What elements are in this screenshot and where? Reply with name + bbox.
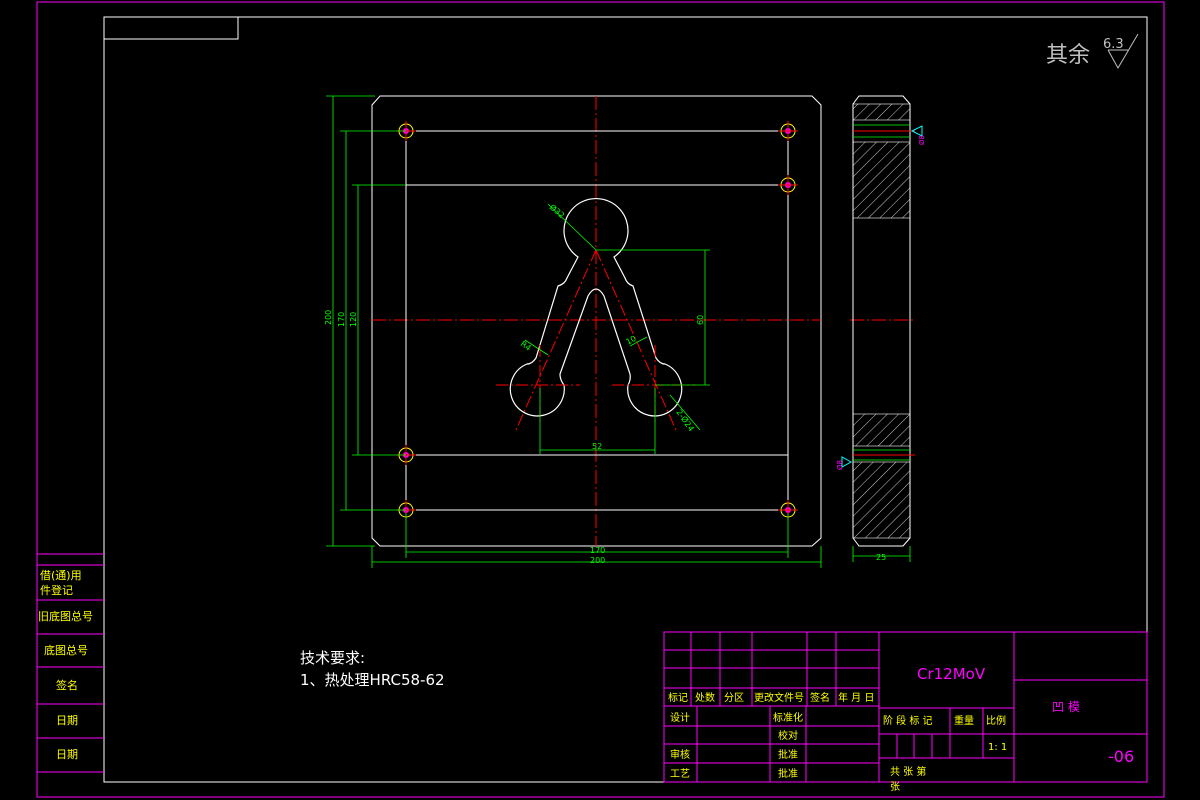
margin-row-old-base: 旧底图总号: [38, 609, 93, 623]
drawing-number: -06: [1108, 747, 1134, 766]
part-name: 凹 模: [1052, 700, 1080, 714]
label-approve: 批准: [778, 767, 798, 780]
title-block: 标记 处数 分区 更改文件号 签名 年 月 日 设计 标准化 校对 审核 批准 …: [663, 631, 1148, 793]
rev-header-count: 处数: [695, 691, 715, 704]
tech-req-item-1: 1、热处理HRC58-62: [300, 671, 445, 689]
surface-finish-symbol: 其余 6.3: [1046, 33, 1139, 70]
label-stage: 阶 段 标 记: [883, 714, 933, 727]
label-sheets: 共 张 第: [890, 765, 926, 778]
left-margin-table: 借(通)用 件登记 旧底图总号 底图总号 签名 日期 日期: [37, 553, 104, 773]
dim-200-horizontal: 200: [590, 556, 605, 565]
surface-finish-label: 其余: [1046, 43, 1090, 68]
label-scale: 比例: [986, 714, 1006, 727]
dim-2-dia-24: 2-Ø24: [674, 407, 696, 433]
dim-200-vertical: 200: [324, 310, 333, 325]
margin-row-date-2: 日期: [56, 748, 78, 761]
side-hole-dim-bottom: Ø8: [836, 460, 844, 470]
dim-170-vertical: 170: [337, 312, 346, 327]
margin-row-sign: 签名: [56, 678, 78, 692]
top-left-box: [103, 16, 239, 40]
rev-header-zone: 分区: [724, 692, 744, 704]
side-hole-dim-top: Ø8: [918, 135, 926, 145]
dim-60: 60: [696, 315, 705, 325]
rev-header-date: 年 月 日: [838, 691, 874, 704]
label-sheet: 张: [890, 781, 900, 793]
dim-dia-32: Ø32: [548, 202, 567, 220]
pin-hole: [778, 175, 798, 195]
rev-header-doc: 更改文件号: [754, 691, 804, 704]
tech-req-title: 技术要求:: [300, 649, 365, 667]
plate-side-view: Ø8 Ø8 25: [836, 95, 926, 562]
label-standardization: 标准化: [773, 711, 803, 724]
label-approve-top: 批准: [778, 748, 798, 761]
label-proof: 校对: [778, 729, 798, 742]
label-design: 设计: [670, 711, 690, 724]
dim-thickness-25: 25: [876, 553, 886, 562]
dim-52: 52: [592, 442, 602, 451]
margin-row-borrow: 借(通)用: [40, 569, 82, 582]
inner-frame: [103, 16, 1148, 783]
outer-frame: [36, 1, 1165, 798]
scale-value: 1: 1: [988, 742, 1007, 753]
margin-row-register: 件登记: [40, 583, 73, 597]
label-process: 工艺: [670, 768, 690, 780]
margin-row-date-1: 日期: [56, 714, 78, 727]
label-weight: 重量: [954, 714, 974, 727]
plate-front-view: 200 170 120 170 200 52 60 Ø32 R4 10 2-Ø2…: [324, 95, 915, 568]
dim-120-vertical: 120: [349, 312, 358, 327]
margin-row-base: 底图总号: [44, 643, 88, 657]
technical-requirements: 技术要求: 1、热处理HRC58-62: [300, 649, 445, 689]
dimension-lines: [326, 95, 911, 568]
dim-10: 10: [625, 334, 638, 347]
dim-r4: R4: [519, 339, 533, 352]
dim-170-horizontal: 170: [590, 546, 605, 555]
rev-header-mark: 标记: [668, 692, 688, 704]
bolt-hole: [778, 121, 798, 141]
drawing-canvas: 其余 6.3 200 170 120 170 200 52 60 Ø32 R4 …: [36, 1, 1165, 798]
rev-header-sign: 签名: [810, 691, 830, 704]
material: Cr12MoV: [917, 665, 986, 683]
label-check: 审核: [670, 748, 690, 761]
